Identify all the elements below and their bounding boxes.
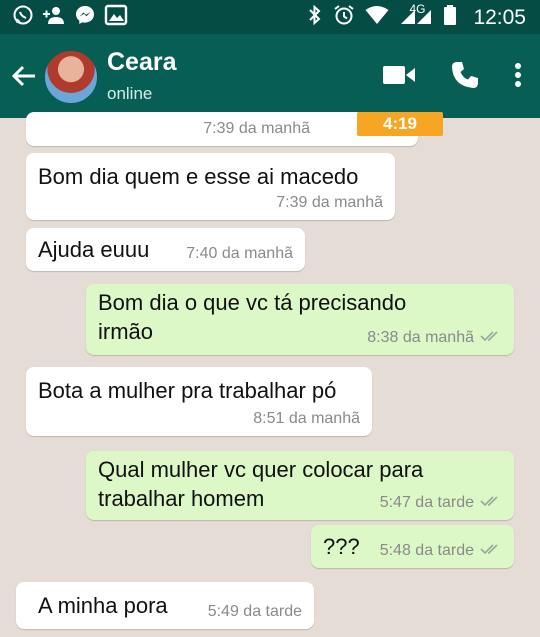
bluetooth-icon [307, 4, 323, 31]
clock-time: 12:05 [473, 5, 526, 29]
chat-area[interactable]: 7:39 da manhã 4:19 Bom dia quem e esse a… [0, 112, 540, 637]
contact-status: online [107, 84, 153, 103]
message-time: 5:48 da tarde [380, 542, 502, 560]
message-incoming[interactable]: Ajuda euuu 7:40 da manhã [26, 228, 305, 271]
message-outgoing[interactable]: Qual mulher vc quer colocar para trabalha… [86, 451, 514, 520]
add-person-icon [42, 4, 66, 31]
wifi-icon [365, 5, 389, 30]
chat-header: Ceara online [0, 34, 540, 118]
message-time: 8:38 da manhã [367, 329, 502, 347]
read-ticks-icon [480, 494, 502, 512]
signal-icon: 4G [399, 2, 433, 31]
message-outgoing[interactable]: Bom dia o que vc tá precisando irmão 8:38… [86, 284, 514, 355]
message-incoming[interactable]: Bom dia quem e esse ai macedo 7:39 da ma… [26, 153, 395, 220]
more-options-icon[interactable] [514, 62, 522, 93]
message-text: Ajuda euuu [38, 237, 150, 262]
message-time: 7:40 da manhã [186, 245, 293, 262]
read-ticks-icon [480, 542, 502, 560]
read-ticks-icon [480, 329, 502, 347]
status-bar: 4G 12:05 [0, 0, 540, 34]
phone-call-icon[interactable] [450, 60, 480, 95]
messenger-icon [74, 4, 96, 31]
message-time: 7:39 da manhã [203, 120, 310, 137]
message-text: Bom dia o que vc tá precisando irmão [98, 290, 407, 344]
contact-name[interactable]: Ceara [107, 48, 177, 77]
video-call-icon[interactable] [382, 64, 416, 91]
avatar[interactable] [44, 50, 98, 104]
message-time: 5:47 da tarde [380, 494, 502, 512]
message-text: Qual mulher vc quer colocar para trabalha… [98, 457, 424, 511]
message-incoming[interactable]: Bota a mulher pra trabalhar pó 8:51 da m… [26, 367, 372, 436]
message-text: A minha pora [38, 593, 168, 618]
message-time: 8:51 da manhã [253, 410, 360, 427]
message-time: 7:39 da manhã [276, 194, 383, 211]
message-incoming[interactable]: 7:39 da manhã 4:19 [26, 112, 443, 146]
back-arrow-icon[interactable] [10, 62, 38, 95]
duration-badge: 4:19 [357, 112, 443, 136]
message-incoming[interactable]: A minha pora 5:49 da tarde [16, 582, 314, 629]
whatsapp-icon [12, 4, 34, 31]
message-text: Bota a mulher pra trabalhar pó [38, 378, 337, 403]
message-outgoing[interactable]: ??? 5:48 da tarde [311, 525, 514, 568]
network-type-label: 4G [409, 2, 426, 16]
message-text: ??? [323, 534, 360, 559]
battery-icon [443, 4, 457, 31]
gallery-icon [104, 4, 128, 31]
message-time: 5:49 da tarde [207, 603, 302, 620]
message-text: Bom dia quem e esse ai macedo [38, 164, 359, 189]
alarm-icon [333, 4, 355, 31]
